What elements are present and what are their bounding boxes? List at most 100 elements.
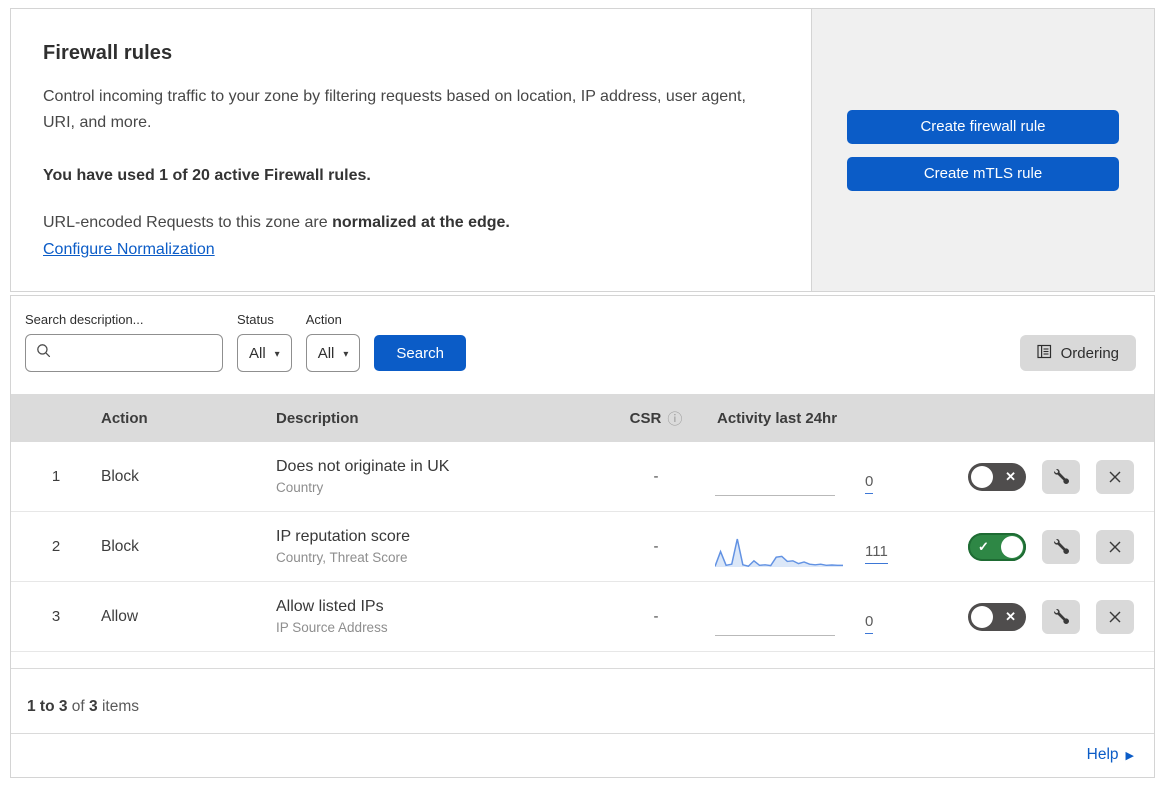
rule-description-cell: IP reputation score Country, Threat Scor… — [276, 528, 601, 565]
filter-bar: Search description... Status All ▾ Actio… — [11, 296, 1154, 394]
search-icon — [36, 343, 51, 363]
rule-description: IP reputation score — [276, 528, 411, 545]
ordering-list-icon — [1037, 344, 1052, 363]
activity-sparkline — [715, 603, 843, 639]
rule-controls: ✓ ✕ — [961, 599, 1154, 634]
pagination-of: of — [67, 698, 90, 715]
search-group: Search description... — [25, 312, 223, 372]
action-selected-value: All — [317, 344, 335, 362]
toggle-knob — [971, 465, 993, 488]
firewall-overview-card: Firewall rules Control incoming traffic … — [10, 8, 1155, 292]
action-select[interactable]: All ▾ — [305, 334, 361, 372]
x-icon: ✕ — [1005, 608, 1016, 624]
info-icon[interactable]: ⓘ — [667, 408, 682, 429]
edit-rule-button[interactable] — [1042, 529, 1080, 564]
create-firewall-rule-button[interactable]: Create firewall rule — [847, 109, 1119, 144]
create-actions-panel: Create firewall rule Create mTLS rule — [811, 9, 1154, 291]
table-row: 3 Allow Allow listed IPs IP Source Addre… — [11, 582, 1154, 652]
header-csr-label: CSR — [629, 409, 662, 427]
normalization-bold: normalized at the edge. — [332, 214, 510, 231]
create-mtls-rule-button[interactable]: Create mTLS rule — [847, 156, 1119, 191]
header-activity: Activity last 24hr — [717, 409, 838, 427]
header-action: Action — [101, 409, 148, 427]
close-icon — [1108, 540, 1122, 554]
chevron-down-icon: ▾ — [274, 348, 280, 360]
activity-count-link[interactable]: 0 — [865, 613, 874, 634]
close-icon — [1108, 610, 1122, 624]
status-filter-group: Status All ▾ — [237, 312, 292, 372]
activity-count-link[interactable]: 0 — [865, 473, 874, 494]
x-icon: ✕ — [1005, 468, 1016, 484]
rule-activity-cell: 111 — [711, 525, 961, 569]
page-title: Firewall rules — [43, 42, 173, 64]
normalization-prefix: URL-encoded Requests to this zone are — [43, 214, 333, 231]
rule-priority: 2 — [51, 538, 61, 555]
search-input-box[interactable] — [25, 334, 223, 372]
rule-csr-value: - — [653, 608, 659, 625]
header-description: Description — [276, 409, 359, 427]
ordering-button[interactable]: Ordering — [1019, 335, 1136, 371]
firewall-rules-page: Firewall rules Control incoming traffic … — [10, 8, 1155, 778]
wrench-icon — [1053, 469, 1069, 484]
wrench-icon — [1053, 539, 1069, 554]
activity-sparkline — [715, 533, 843, 569]
action-label: Action — [305, 312, 342, 327]
edit-rule-button[interactable] — [1042, 459, 1080, 494]
rule-enabled-toggle[interactable]: ✓ ✕ — [968, 602, 1026, 631]
rule-fields: IP Source Address — [276, 620, 388, 635]
chevron-down-icon: ▾ — [343, 348, 349, 360]
rule-priority: 1 — [51, 468, 61, 485]
status-select[interactable]: All ▾ — [237, 334, 292, 372]
pagination-status: 1 to 3 of 3 items — [11, 669, 1154, 733]
header-csr: CSR ⓘ — [601, 408, 711, 429]
activity-sparkline — [715, 463, 843, 499]
delete-rule-button[interactable] — [1096, 459, 1134, 494]
edit-rule-button[interactable] — [1042, 599, 1080, 634]
close-icon — [1108, 470, 1122, 484]
table-bottom-divider — [11, 652, 1154, 669]
overview-text-block: Firewall rules Control incoming traffic … — [11, 9, 811, 291]
ordering-button-label: Ordering — [1060, 344, 1119, 362]
pagination-range: 1 to 3 — [27, 698, 68, 715]
table-header: Action Description CSR ⓘ Activity last 2… — [11, 394, 1154, 442]
rule-description-cell: Allow listed IPs IP Source Address — [276, 598, 601, 635]
check-icon: ✓ — [978, 538, 989, 554]
rule-csr-value: - — [653, 538, 659, 555]
pagination-items: items — [97, 698, 139, 715]
help-link[interactable]: Help ▶ — [1087, 746, 1134, 764]
rules-list-card: Search description... Status All ▾ Actio… — [10, 295, 1155, 778]
rule-fields: Country — [276, 480, 324, 495]
rule-csr-value: - — [653, 468, 659, 485]
toggle-knob — [1001, 535, 1023, 558]
arrow-right-icon: ▶ — [1125, 749, 1134, 762]
activity-count-link[interactable]: 111 — [865, 543, 888, 564]
rule-action: Allow — [101, 607, 139, 625]
rule-enabled-toggle[interactable]: ✓ ✕ — [968, 532, 1026, 561]
delete-rule-button[interactable] — [1096, 599, 1134, 634]
rule-priority: 3 — [51, 608, 61, 625]
usage-notice: You have used 1 of 20 active Firewall ru… — [43, 167, 371, 184]
search-input[interactable] — [59, 345, 212, 361]
activity-flatline — [715, 494, 835, 496]
rule-controls: ✓ ✕ — [961, 459, 1154, 494]
search-label: Search description... — [25, 312, 144, 327]
action-filter-group: Action All ▾ — [305, 312, 361, 372]
help-link-label: Help — [1086, 746, 1119, 763]
table-row: 2 Block IP reputation score Country, Thr… — [11, 512, 1154, 582]
rule-activity-cell: 0 — [711, 455, 961, 499]
pagination-total: 3 — [89, 698, 98, 715]
rule-controls: ✓ ✕ — [961, 529, 1154, 564]
rule-fields: Country, Threat Score — [276, 550, 408, 565]
page-description: Control incoming traffic to your zone by… — [43, 88, 746, 131]
status-selected-value: All — [249, 344, 266, 362]
toggle-knob — [971, 605, 993, 628]
configure-normalization-link[interactable]: Configure Normalization — [43, 241, 215, 259]
wrench-icon — [1053, 609, 1069, 624]
delete-rule-button[interactable] — [1096, 529, 1134, 564]
rule-enabled-toggle[interactable]: ✓ ✕ — [968, 462, 1026, 491]
activity-flatline — [715, 634, 835, 636]
search-button[interactable]: Search — [374, 335, 466, 371]
rule-activity-cell: 0 — [711, 595, 961, 639]
status-label: Status — [237, 312, 274, 327]
rule-description: Allow listed IPs — [276, 598, 384, 615]
